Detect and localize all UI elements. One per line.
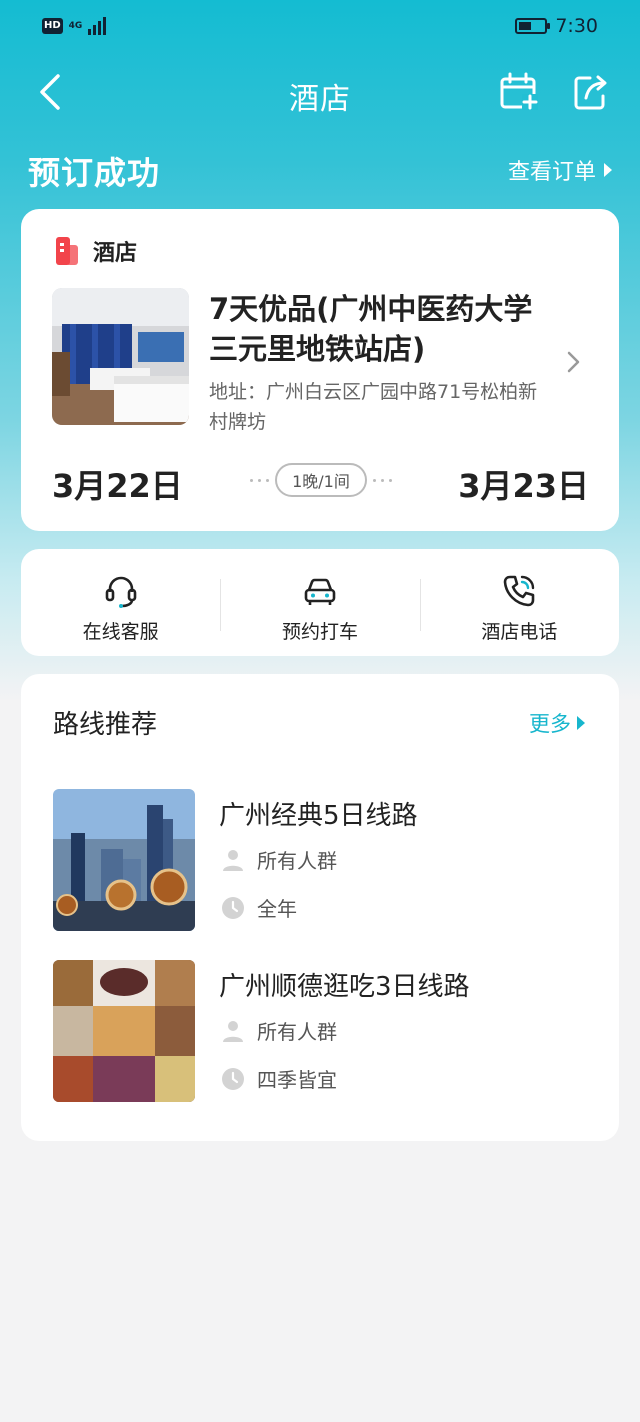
check-out-date: 3月23日 <box>458 467 589 505</box>
network-label: 4G <box>68 21 83 31</box>
battery-icon <box>515 18 551 34</box>
car-icon <box>304 578 336 605</box>
hotel-building-icon <box>56 237 78 265</box>
person-icon <box>223 849 243 871</box>
route-name: 广州经典5日线路 <box>219 801 418 831</box>
route-thumbnail <box>53 789 195 931</box>
more-label: 更多 <box>529 712 571 736</box>
hotel-name[interactable]: 7天优品(广州中医药大学三元里地铁站店) <box>209 289 539 369</box>
stay-duration: 1晚/1间 <box>235 463 407 497</box>
hotel-card[interactable]: 酒店 7天优品(广州中医药大学三元里地铁站店) 地址：广州白云区广园中路71号松… <box>21 209 619 531</box>
route-name: 广州顺德逛吃3日线路 <box>219 972 470 1002</box>
headset-icon <box>105 576 136 608</box>
route-audience: 所有人群 <box>221 845 337 874</box>
status-bar: HD 4G 7:30 <box>0 0 640 56</box>
share-icon[interactable] <box>570 70 612 114</box>
hotel-photo <box>52 288 189 425</box>
status-left: HD 4G <box>42 17 107 35</box>
action-label: 酒店电话 <box>481 621 558 643</box>
calendar-add-icon[interactable] <box>498 70 540 114</box>
season-label: 全年 <box>257 897 297 921</box>
signal-icon <box>88 17 107 35</box>
clock-icon <box>222 896 244 919</box>
action-label: 预约打车 <box>281 621 358 643</box>
dots-left <box>250 478 270 482</box>
route-thumbnail <box>53 960 195 1102</box>
hotel-address: 地址：广州白云区广园中路71号松柏新村牌坊 <box>209 381 538 433</box>
audience-label: 所有人群 <box>257 849 337 873</box>
page-title: 酒店 <box>289 82 351 117</box>
route-item[interactable]: 广州经典5日线路 所有人群 全年 <box>53 789 593 931</box>
check-in-date: 3月22日 <box>52 467 183 505</box>
person-icon <box>223 1020 243 1042</box>
view-order-label: 查看订单 <box>507 160 596 185</box>
chevron-right-icon[interactable] <box>561 349 585 375</box>
view-order-link[interactable]: 查看订单 <box>508 154 612 186</box>
hotel-tag: 酒店 <box>55 235 137 267</box>
section-title: 路线推荐 <box>53 710 158 740</box>
route-season: 四季皆宜 <box>221 1064 337 1093</box>
phone-icon <box>504 575 535 607</box>
triangle-right-icon <box>604 163 612 177</box>
top-nav: 酒店 <box>0 60 640 124</box>
route-item[interactable]: 广州顺德逛吃3日线路 所有人群 四季皆宜 <box>53 960 593 1102</box>
booking-success-title: 预订成功 <box>28 154 161 192</box>
clock-icon <box>222 1067 244 1090</box>
clock: 7:30 <box>555 15 598 37</box>
quick-actions: 在线客服 预约打车 酒店电话 <box>21 549 619 656</box>
triangle-right-icon <box>577 716 585 730</box>
route-recommendations: 路线推荐 更多 广州经典5日线路 所有人群 全年 广州顺德逛吃3日线路 所有人群… <box>21 674 619 1141</box>
audience-label: 所有人群 <box>257 1020 337 1044</box>
action-label: 在线客服 <box>82 621 159 643</box>
hotel-phone-button[interactable]: 酒店电话 <box>419 549 619 656</box>
book-taxi-button[interactable]: 预约打车 <box>220 549 419 656</box>
hd-badge: HD <box>42 18 63 34</box>
dots-right <box>372 478 392 482</box>
status-right: 7:30 <box>515 15 598 37</box>
route-audience: 所有人群 <box>221 1016 337 1045</box>
nights-badge: 1晚/1间 <box>275 463 367 497</box>
hotel-tag-label: 酒店 <box>93 241 138 266</box>
route-season: 全年 <box>221 893 297 922</box>
more-routes-link[interactable]: 更多 <box>529 708 585 738</box>
season-label: 四季皆宜 <box>257 1068 337 1092</box>
online-service-button[interactable]: 在线客服 <box>21 549 220 656</box>
